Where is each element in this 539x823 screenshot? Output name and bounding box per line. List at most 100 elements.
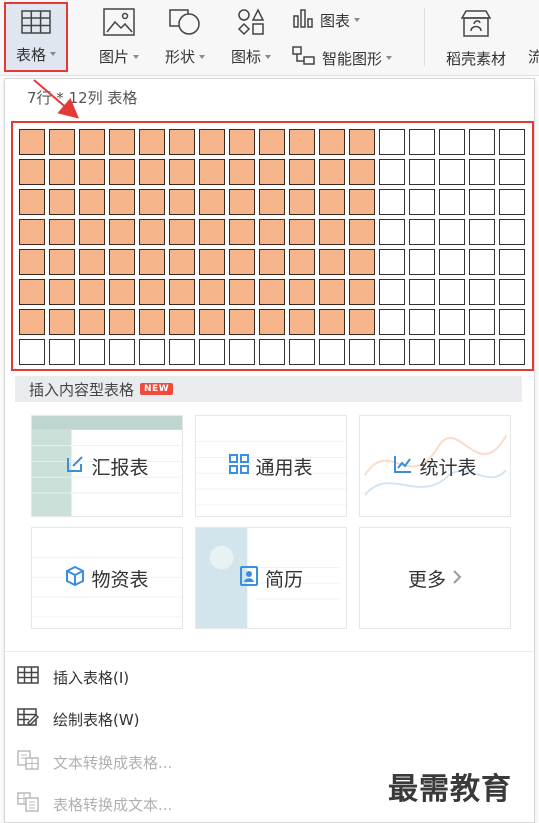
shape-button[interactable]: 形状 — [150, 8, 220, 67]
grid-cell[interactable] — [19, 339, 45, 365]
grid-cell[interactable] — [349, 339, 375, 365]
table-grid-picker[interactable] — [19, 129, 525, 365]
grid-cell[interactable] — [439, 309, 465, 335]
grid-cell[interactable] — [499, 249, 525, 275]
grid-cell[interactable] — [469, 219, 495, 245]
grid-cell-selected[interactable] — [229, 249, 255, 275]
grid-cell[interactable] — [139, 339, 165, 365]
card-general-table[interactable]: 通用表 — [195, 415, 347, 517]
grid-cell[interactable] — [439, 249, 465, 275]
grid-cell[interactable] — [379, 339, 405, 365]
grid-cell-selected[interactable] — [259, 279, 285, 305]
table-button[interactable]: 表格 — [4, 2, 68, 72]
grid-cell[interactable] — [469, 129, 495, 155]
smartart-button[interactable]: 智能图形 — [292, 46, 393, 70]
grid-cell-selected[interactable] — [169, 279, 195, 305]
grid-cell[interactable] — [439, 219, 465, 245]
grid-cell-selected[interactable] — [109, 279, 135, 305]
grid-cell[interactable] — [499, 219, 525, 245]
grid-cell-selected[interactable] — [79, 159, 105, 185]
card-resume[interactable]: 简历 — [195, 527, 347, 629]
grid-cell[interactable] — [199, 339, 225, 365]
grid-cell[interactable] — [379, 309, 405, 335]
grid-cell-selected[interactable] — [349, 219, 375, 245]
card-report-table[interactable]: 汇报表 — [31, 415, 183, 517]
grid-cell-selected[interactable] — [229, 189, 255, 215]
grid-cell-selected[interactable] — [79, 219, 105, 245]
grid-cell-selected[interactable] — [169, 129, 195, 155]
grid-cell[interactable] — [229, 339, 255, 365]
grid-cell-selected[interactable] — [199, 279, 225, 305]
grid-cell-selected[interactable] — [19, 309, 45, 335]
grid-cell-selected[interactable] — [49, 129, 75, 155]
grid-cell[interactable] — [469, 309, 495, 335]
grid-cell-selected[interactable] — [49, 309, 75, 335]
grid-cell-selected[interactable] — [319, 219, 345, 245]
grid-cell[interactable] — [439, 339, 465, 365]
grid-cell-selected[interactable] — [169, 159, 195, 185]
grid-cell-selected[interactable] — [319, 189, 345, 215]
grid-cell[interactable] — [499, 339, 525, 365]
grid-cell-selected[interactable] — [139, 279, 165, 305]
grid-cell-selected[interactable] — [289, 159, 315, 185]
grid-cell-selected[interactable] — [259, 249, 285, 275]
grid-cell-selected[interactable] — [289, 129, 315, 155]
grid-cell[interactable] — [379, 189, 405, 215]
card-statistics-table[interactable]: 统计表 — [359, 415, 511, 517]
grid-cell-selected[interactable] — [289, 279, 315, 305]
grid-cell-selected[interactable] — [19, 189, 45, 215]
grid-cell[interactable] — [259, 339, 285, 365]
grid-cell[interactable] — [439, 129, 465, 155]
grid-cell[interactable] — [499, 189, 525, 215]
grid-cell-selected[interactable] — [319, 129, 345, 155]
grid-cell-selected[interactable] — [199, 219, 225, 245]
grid-cell-selected[interactable] — [109, 249, 135, 275]
grid-cell-selected[interactable] — [199, 129, 225, 155]
grid-cell-selected[interactable] — [79, 189, 105, 215]
grid-cell-selected[interactable] — [199, 249, 225, 275]
grid-cell[interactable] — [469, 339, 495, 365]
grid-cell-selected[interactable] — [79, 309, 105, 335]
grid-cell-selected[interactable] — [169, 249, 195, 275]
grid-cell[interactable] — [79, 339, 105, 365]
grid-cell-selected[interactable] — [289, 189, 315, 215]
grid-cell-selected[interactable] — [229, 129, 255, 155]
grid-cell[interactable] — [499, 309, 525, 335]
grid-cell[interactable] — [109, 339, 135, 365]
grid-cell-selected[interactable] — [49, 159, 75, 185]
grid-cell[interactable] — [289, 339, 315, 365]
grid-cell[interactable] — [499, 279, 525, 305]
grid-cell[interactable] — [469, 249, 495, 275]
grid-cell-selected[interactable] — [49, 189, 75, 215]
grid-cell[interactable] — [439, 159, 465, 185]
grid-cell-selected[interactable] — [79, 129, 105, 155]
grid-cell[interactable] — [409, 129, 435, 155]
grid-cell-selected[interactable] — [289, 309, 315, 335]
grid-cell-selected[interactable] — [79, 249, 105, 275]
card-more[interactable]: 更多 — [359, 527, 511, 629]
grid-cell-selected[interactable] — [79, 279, 105, 305]
grid-cell[interactable] — [469, 189, 495, 215]
daoke-material-button[interactable]: 稻壳素材 — [436, 8, 516, 69]
grid-cell-selected[interactable] — [139, 189, 165, 215]
grid-cell[interactable] — [409, 219, 435, 245]
grid-cell-selected[interactable] — [319, 309, 345, 335]
grid-cell-selected[interactable] — [349, 129, 375, 155]
grid-cell[interactable] — [409, 159, 435, 185]
grid-cell-selected[interactable] — [109, 189, 135, 215]
grid-cell-selected[interactable] — [19, 219, 45, 245]
grid-cell-selected[interactable] — [349, 279, 375, 305]
grid-cell-selected[interactable] — [139, 309, 165, 335]
grid-cell-selected[interactable] — [319, 279, 345, 305]
grid-cell-selected[interactable] — [199, 309, 225, 335]
menu-draw-table[interactable]: 绘制表格(W) — [17, 708, 140, 730]
grid-cell[interactable] — [169, 339, 195, 365]
grid-cell-selected[interactable] — [349, 309, 375, 335]
grid-cell-selected[interactable] — [109, 129, 135, 155]
grid-cell[interactable] — [409, 249, 435, 275]
grid-cell-selected[interactable] — [139, 219, 165, 245]
grid-cell[interactable] — [379, 129, 405, 155]
grid-cell-selected[interactable] — [349, 189, 375, 215]
grid-cell-selected[interactable] — [49, 249, 75, 275]
grid-cell-selected[interactable] — [229, 309, 255, 335]
